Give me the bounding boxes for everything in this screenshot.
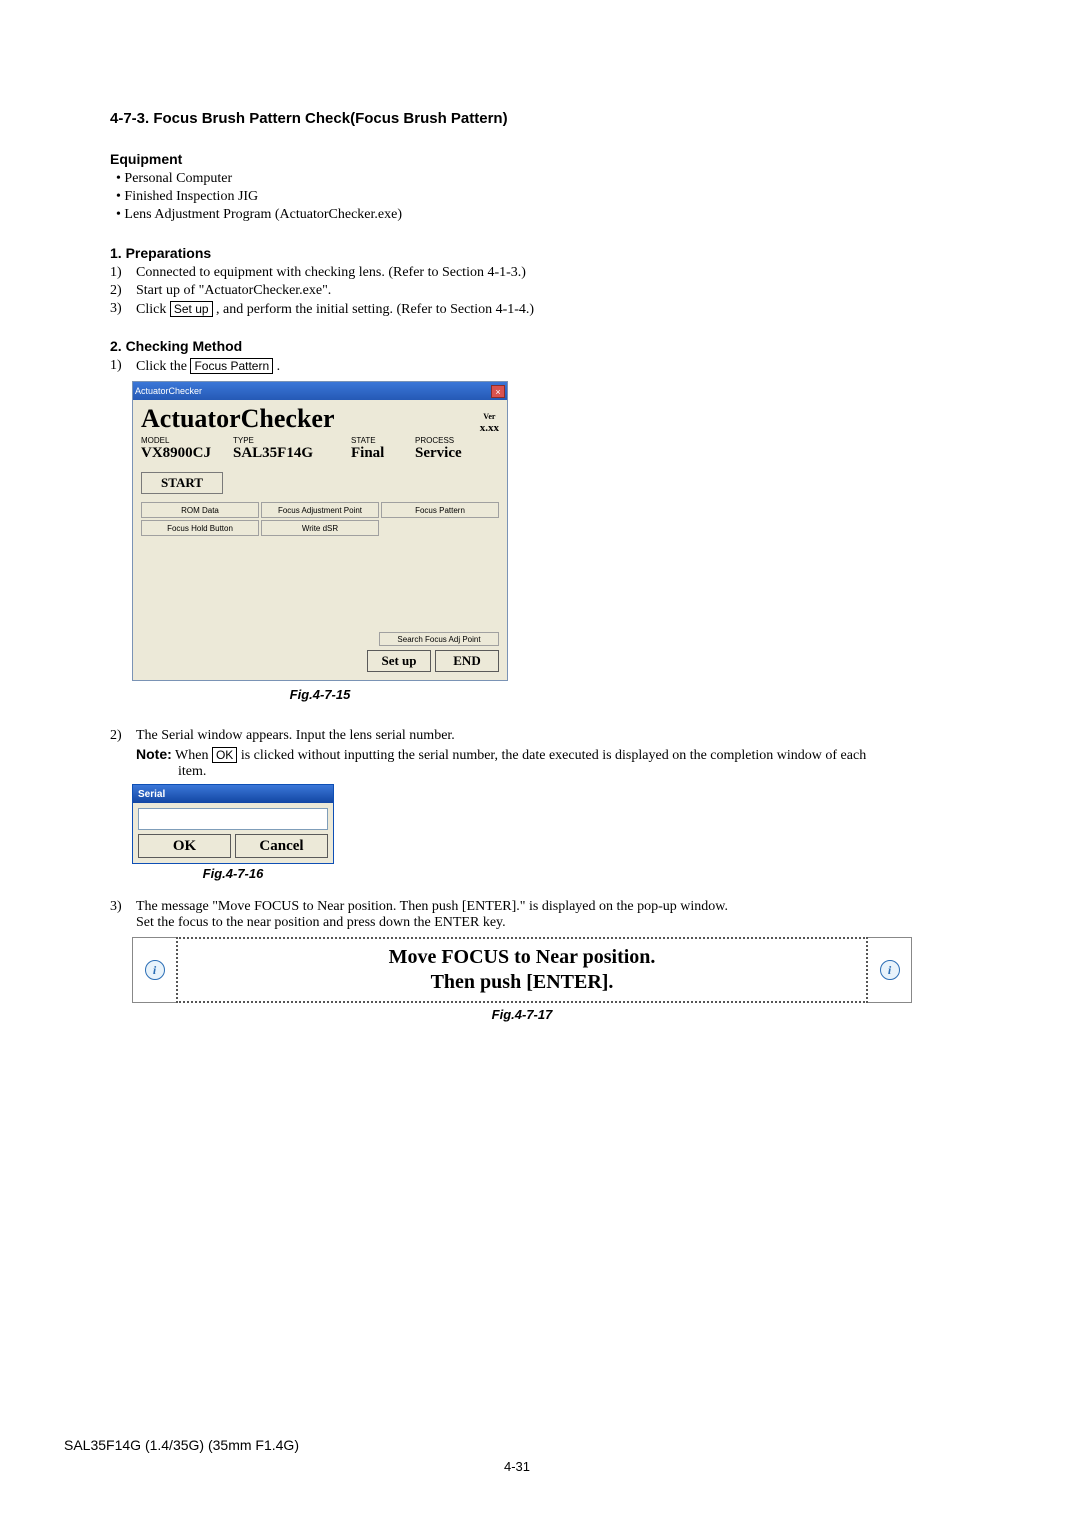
end-button[interactable]: END bbox=[435, 650, 499, 672]
figure-caption-1: Fig.4-7-15 bbox=[132, 687, 508, 702]
type-label: TYPE bbox=[233, 436, 351, 445]
process-label: PROCESS bbox=[415, 436, 499, 445]
version-value: x.xx bbox=[480, 422, 499, 434]
start-button[interactable]: START bbox=[141, 472, 223, 494]
focus-pattern-button[interactable]: Focus Pattern bbox=[381, 502, 499, 518]
step-text: The Serial window appears. Input the len… bbox=[136, 728, 970, 744]
step-text: Connected to equipment with checking len… bbox=[136, 265, 526, 281]
list-item: 2) The Serial window appears. Input the … bbox=[110, 728, 970, 780]
setup-button[interactable]: Set up bbox=[367, 650, 431, 672]
serial-window: Serial OK Cancel bbox=[132, 784, 334, 864]
list-item: Personal Computer bbox=[116, 171, 970, 187]
state-value: Final bbox=[351, 445, 415, 462]
cancel-button[interactable]: Cancel bbox=[235, 834, 328, 858]
section-title: 4-7-3. Focus Brush Pattern Check(Focus B… bbox=[110, 110, 970, 127]
serial-input[interactable] bbox=[138, 808, 328, 830]
equipment-list: Personal Computer Finished Inspection JI… bbox=[110, 171, 970, 223]
checking-step1: 1) Click the Focus Pattern . bbox=[110, 358, 970, 375]
figure-caption-2: Fig.4-7-16 bbox=[132, 866, 334, 881]
footer-page: 4-31 bbox=[64, 1459, 970, 1474]
state-label: STATE bbox=[351, 436, 415, 445]
write-dsr-button[interactable]: Write dSR bbox=[261, 520, 379, 536]
list-item: Finished Inspection JIG bbox=[116, 189, 970, 205]
ok-box-word: OK bbox=[212, 747, 237, 763]
app-name-row: ActuatorChecker Ver x.xx bbox=[141, 404, 499, 434]
step-text: Click the Focus Pattern . bbox=[136, 358, 280, 375]
serial-titlebar: Serial bbox=[133, 785, 333, 803]
process-value: Service bbox=[415, 445, 499, 462]
popup-line1: Move FOCUS to Near position. bbox=[188, 945, 856, 970]
page-footer: SAL35F14G (1.4/35G) (35mm F1.4G) 4-31 bbox=[64, 1437, 970, 1474]
search-focus-adj-button[interactable]: Search Focus Adj Point bbox=[379, 632, 499, 646]
checking-heading: 2. Checking Method bbox=[110, 338, 970, 354]
preparations-list: 1)Connected to equipment with checking l… bbox=[110, 265, 970, 318]
app-name: ActuatorChecker bbox=[141, 404, 335, 434]
focus-hold-button[interactable]: Focus Hold Button bbox=[141, 520, 259, 536]
preparations-heading: 1. Preparations bbox=[110, 245, 970, 261]
popup-message: Move FOCUS to Near position. Then push [… bbox=[176, 937, 868, 1003]
popup-info-right: i bbox=[868, 937, 912, 1003]
note-label: Note: bbox=[136, 746, 172, 762]
popup-window: i Move FOCUS to Near position. Then push… bbox=[132, 937, 912, 1003]
step-text: Click Set up , and perform the initial s… bbox=[136, 301, 534, 318]
setup-box-word: Set up bbox=[170, 301, 213, 317]
step-text: Set the focus to the near position and p… bbox=[136, 915, 970, 931]
app-button-grid: ROM Data Focus Adjustment Point Focus Pa… bbox=[141, 502, 499, 536]
popup-info-left: i bbox=[132, 937, 176, 1003]
step-text: The message "Move FOCUS to Near position… bbox=[136, 899, 970, 915]
model-value: VX8900CJ bbox=[141, 445, 233, 462]
app-titlebar-text: ActuatorChecker bbox=[135, 386, 202, 396]
version-label: Ver bbox=[483, 412, 495, 421]
section-title-text: Focus Brush Pattern Check(Focus Brush Pa… bbox=[153, 110, 507, 127]
footer-model: SAL35F14G (1.4/35G) (35mm F1.4G) bbox=[64, 1437, 970, 1453]
type-value: SAL35F14G bbox=[233, 445, 351, 462]
list-item: 1)Connected to equipment with checking l… bbox=[110, 265, 970, 281]
focus-pattern-box-word: Focus Pattern bbox=[190, 358, 273, 374]
list-item: Lens Adjustment Program (ActuatorChecker… bbox=[116, 207, 970, 223]
equipment-heading: Equipment bbox=[110, 151, 970, 167]
popup-line2: Then push [ENTER]. bbox=[188, 970, 856, 995]
version-block: Ver x.xx bbox=[480, 413, 499, 434]
info-row: MODEL VX8900CJ TYPE SAL35F14G STATE Fina… bbox=[141, 436, 499, 462]
info-icon: i bbox=[880, 960, 900, 980]
focus-adj-point-button[interactable]: Focus Adjustment Point bbox=[261, 502, 379, 518]
actuatorchecker-window: ActuatorChecker × ActuatorChecker Ver x.… bbox=[132, 381, 508, 681]
rom-data-button[interactable]: ROM Data bbox=[141, 502, 259, 518]
list-item: 2)Start up of "ActuatorChecker.exe". bbox=[110, 283, 970, 299]
model-label: MODEL bbox=[141, 436, 233, 445]
note-line: Note: When OK is clicked without inputti… bbox=[136, 746, 970, 764]
window-titlebar: ActuatorChecker × bbox=[133, 382, 507, 400]
close-icon[interactable]: × bbox=[491, 385, 505, 398]
list-item: 3) Click Set up , and perform the initia… bbox=[110, 301, 970, 318]
step-text: Start up of "ActuatorChecker.exe". bbox=[136, 283, 331, 299]
section-number: 4-7-3. bbox=[110, 110, 149, 127]
checking-step2: 2) The Serial window appears. Input the … bbox=[110, 728, 970, 780]
info-icon: i bbox=[145, 960, 165, 980]
note-cont: item. bbox=[178, 764, 970, 780]
ok-button[interactable]: OK bbox=[138, 834, 231, 858]
checking-step3: 3) The message "Move FOCUS to Near posit… bbox=[110, 899, 970, 931]
list-item: 1) Click the Focus Pattern . bbox=[110, 358, 970, 375]
figure-caption-3: Fig.4-7-17 bbox=[132, 1007, 912, 1022]
list-item: 3) The message "Move FOCUS to Near posit… bbox=[110, 899, 970, 931]
